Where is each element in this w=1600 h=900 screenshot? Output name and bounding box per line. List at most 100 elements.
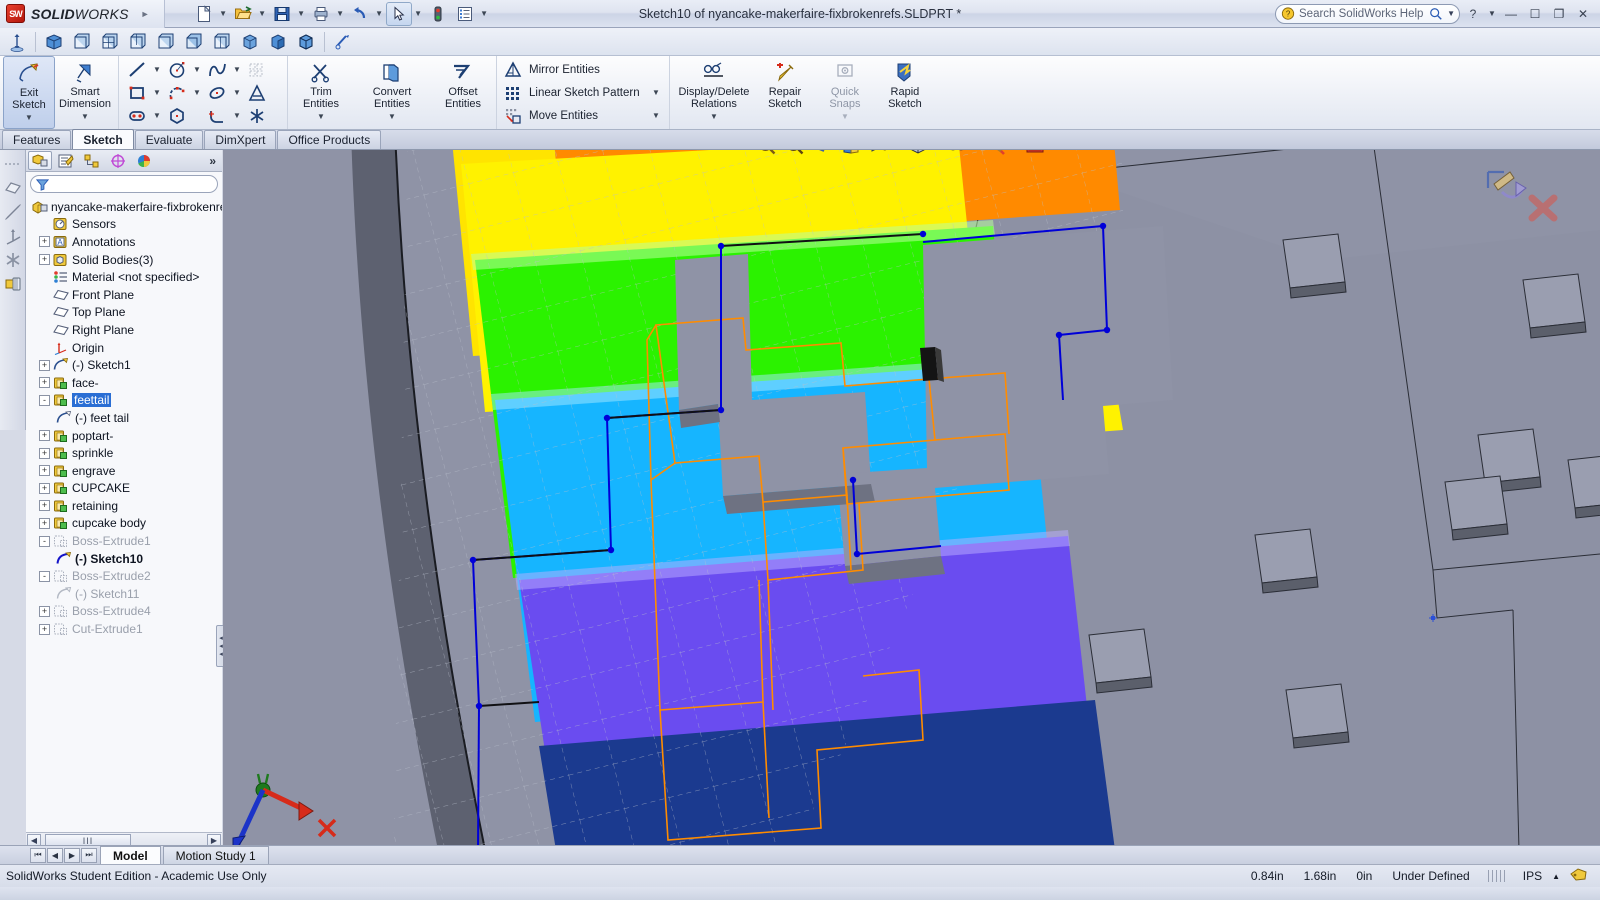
tree-node-annotations[interactable]: + A Annotations: [30, 233, 222, 251]
view-orientation-caret-icon[interactable]: ▼: [894, 150, 903, 151]
save-document-caret-icon[interactable]: ▼: [296, 9, 307, 18]
expander-icon[interactable]: +: [39, 605, 50, 617]
tab-sketch[interactable]: Sketch: [72, 129, 134, 149]
tree-node-front-plane[interactable]: Front Plane: [30, 286, 222, 304]
smart-dimension-dropdown-icon[interactable]: ▼: [81, 111, 89, 123]
edit-appearance-caret-icon[interactable]: ▼: [1011, 150, 1020, 151]
first-tab-button[interactable]: ⏮: [30, 847, 46, 863]
tree-node-right-plane[interactable]: Right Plane: [30, 321, 222, 339]
line-caret-icon[interactable]: ▼: [152, 65, 162, 74]
last-tab-button[interactable]: ⏭: [81, 847, 97, 863]
wireframe-icon[interactable]: [237, 30, 263, 54]
repair-sketch-button[interactable]: Repair Sketch: [755, 56, 815, 129]
circle-icon[interactable]: [164, 59, 192, 81]
expander-icon[interactable]: -: [39, 394, 50, 406]
undo-button[interactable]: [347, 2, 373, 26]
tab-office-products[interactable]: Office Products: [277, 130, 382, 149]
tab-dimxpert[interactable]: DimXpert: [204, 130, 277, 149]
text-icon[interactable]: [244, 82, 272, 104]
front-view-icon[interactable]: [69, 30, 95, 54]
exit-sketch-dropdown-icon[interactable]: ▼: [25, 112, 33, 124]
move-entities-item[interactable]: Move Entities ▼: [502, 105, 660, 127]
tree-node-origin[interactable]: Origin: [30, 339, 222, 357]
arc-caret-icon[interactable]: ▼: [192, 88, 202, 97]
bottom-tab-motion-study[interactable]: Motion Study 1: [162, 846, 269, 864]
expander-icon[interactable]: +: [39, 254, 50, 266]
plane-icon[interactable]: [3, 178, 23, 198]
circle-caret-icon[interactable]: ▼: [192, 65, 202, 74]
rebuild-button[interactable]: [425, 2, 451, 26]
apply-scene-caret-icon[interactable]: ▼: [1050, 150, 1059, 151]
options-caret-icon[interactable]: ▼: [479, 9, 490, 18]
right-view-icon[interactable]: [153, 30, 179, 54]
tree-node-cupcake-body[interactable]: + cupcake body: [30, 515, 222, 533]
solidworks-logo[interactable]: SW SOLIDWORKS ►: [0, 0, 165, 28]
section-view-icon[interactable]: [838, 150, 864, 157]
print-document-button[interactable]: [308, 2, 334, 26]
back-view-icon[interactable]: [97, 30, 123, 54]
expander-icon[interactable]: +: [39, 430, 50, 442]
trim-entities-dropdown-icon[interactable]: ▼: [317, 111, 325, 123]
tree-node-retaining[interactable]: + retaining: [30, 497, 222, 515]
tree-node-top-plane[interactable]: Top Plane: [30, 304, 222, 322]
expander-icon[interactable]: +: [39, 447, 50, 459]
tree-node-sprinkle[interactable]: + sprinkle: [30, 444, 222, 462]
close-button[interactable]: ✕: [1572, 4, 1594, 24]
point-icon[interactable]: [3, 250, 23, 270]
new-document-button[interactable]: [191, 2, 217, 26]
search-caret-icon[interactable]: ▼: [1447, 9, 1455, 18]
rectangle-icon[interactable]: [124, 82, 152, 104]
reference-geometry-icon[interactable]: [3, 274, 23, 294]
view-orientation-icon[interactable]: [41, 30, 67, 54]
expander-icon[interactable]: -: [39, 570, 50, 582]
section-view-icon[interactable]: [330, 30, 356, 54]
edit-appearance-icon[interactable]: [983, 150, 1009, 157]
line-icon[interactable]: [124, 59, 152, 81]
smart-dimension-button[interactable]: Smart Dimension ▼: [55, 56, 115, 129]
spline-caret-icon[interactable]: ▼: [232, 65, 242, 74]
tree-node-cut-extrude1[interactable]: + Cut-Extrude1: [30, 620, 222, 638]
sketch-pattern-icon[interactable]: [244, 59, 272, 81]
dotted-handle-icon[interactable]: [3, 154, 23, 174]
tree-node-boss-extrude4[interactable]: + Boss-Extrude4: [30, 603, 222, 621]
tree-node-face[interactable]: + face-: [30, 374, 222, 392]
convert-entities-button[interactable]: Convert Entities ▼: [351, 56, 433, 129]
exit-sketch-button[interactable]: Exit Sketch ▼: [3, 56, 55, 129]
hide-show-caret-icon[interactable]: ▼: [972, 150, 981, 151]
graphics-viewport[interactable]: ▼ ▼ ▼ ▼ ▼ — ❐ ✕: [223, 150, 1600, 850]
options-button[interactable]: [452, 2, 478, 26]
expander-icon[interactable]: +: [39, 236, 50, 248]
edit-part-icon[interactable]: [1570, 867, 1594, 885]
tree-node-boss-extrude2[interactable]: - Boss-Extrude2: [30, 567, 222, 585]
units-label[interactable]: IPS: [1513, 869, 1552, 883]
select-caret-icon[interactable]: ▼: [413, 9, 424, 18]
expander-icon[interactable]: +: [39, 359, 50, 371]
display-delete-relations-dropdown-icon[interactable]: ▼: [710, 111, 718, 123]
tree-node-sketch1[interactable]: + (-) Sketch1: [30, 356, 222, 374]
offset-entities-button[interactable]: Offset Entities: [433, 56, 493, 129]
arc-icon[interactable]: [164, 82, 192, 104]
tab-features[interactable]: Features: [2, 130, 72, 149]
ellipse-icon[interactable]: [204, 82, 232, 104]
left-view-icon[interactable]: [125, 30, 151, 54]
tab-overflow-icon[interactable]: »: [209, 154, 220, 168]
linear-sketch-pattern-caret-icon[interactable]: ▼: [652, 88, 660, 97]
restore-button[interactable]: ☐: [1524, 4, 1546, 24]
dimxpert-manager-tab[interactable]: [106, 151, 130, 170]
shaded-with-edges-icon[interactable]: [293, 30, 319, 54]
units-caret-icon[interactable]: ▲: [1552, 872, 1570, 881]
tree-node-sketch10[interactable]: (-) Sketch10: [30, 550, 222, 568]
quick-snaps-dropdown-icon[interactable]: ▼: [841, 111, 849, 123]
move-entities-caret-icon[interactable]: ▼: [652, 111, 660, 120]
tree-node-material[interactable]: Material <not specified>: [30, 268, 222, 286]
previous-view-icon[interactable]: [810, 150, 836, 157]
tab-evaluate[interactable]: Evaluate: [134, 130, 204, 149]
maximize-button[interactable]: ❐: [1548, 4, 1570, 24]
tree-node-feettail[interactable]: - feettail: [30, 392, 222, 410]
expander-icon[interactable]: +: [39, 517, 50, 529]
display-style-icon[interactable]: [905, 150, 931, 157]
print-document-caret-icon[interactable]: ▼: [335, 9, 346, 18]
polygon-icon[interactable]: [164, 105, 192, 127]
linear-sketch-pattern-item[interactable]: Linear Sketch Pattern ▼: [502, 82, 660, 104]
tree-node-feet-tail-sketch[interactable]: (-) feet tail: [30, 409, 222, 427]
